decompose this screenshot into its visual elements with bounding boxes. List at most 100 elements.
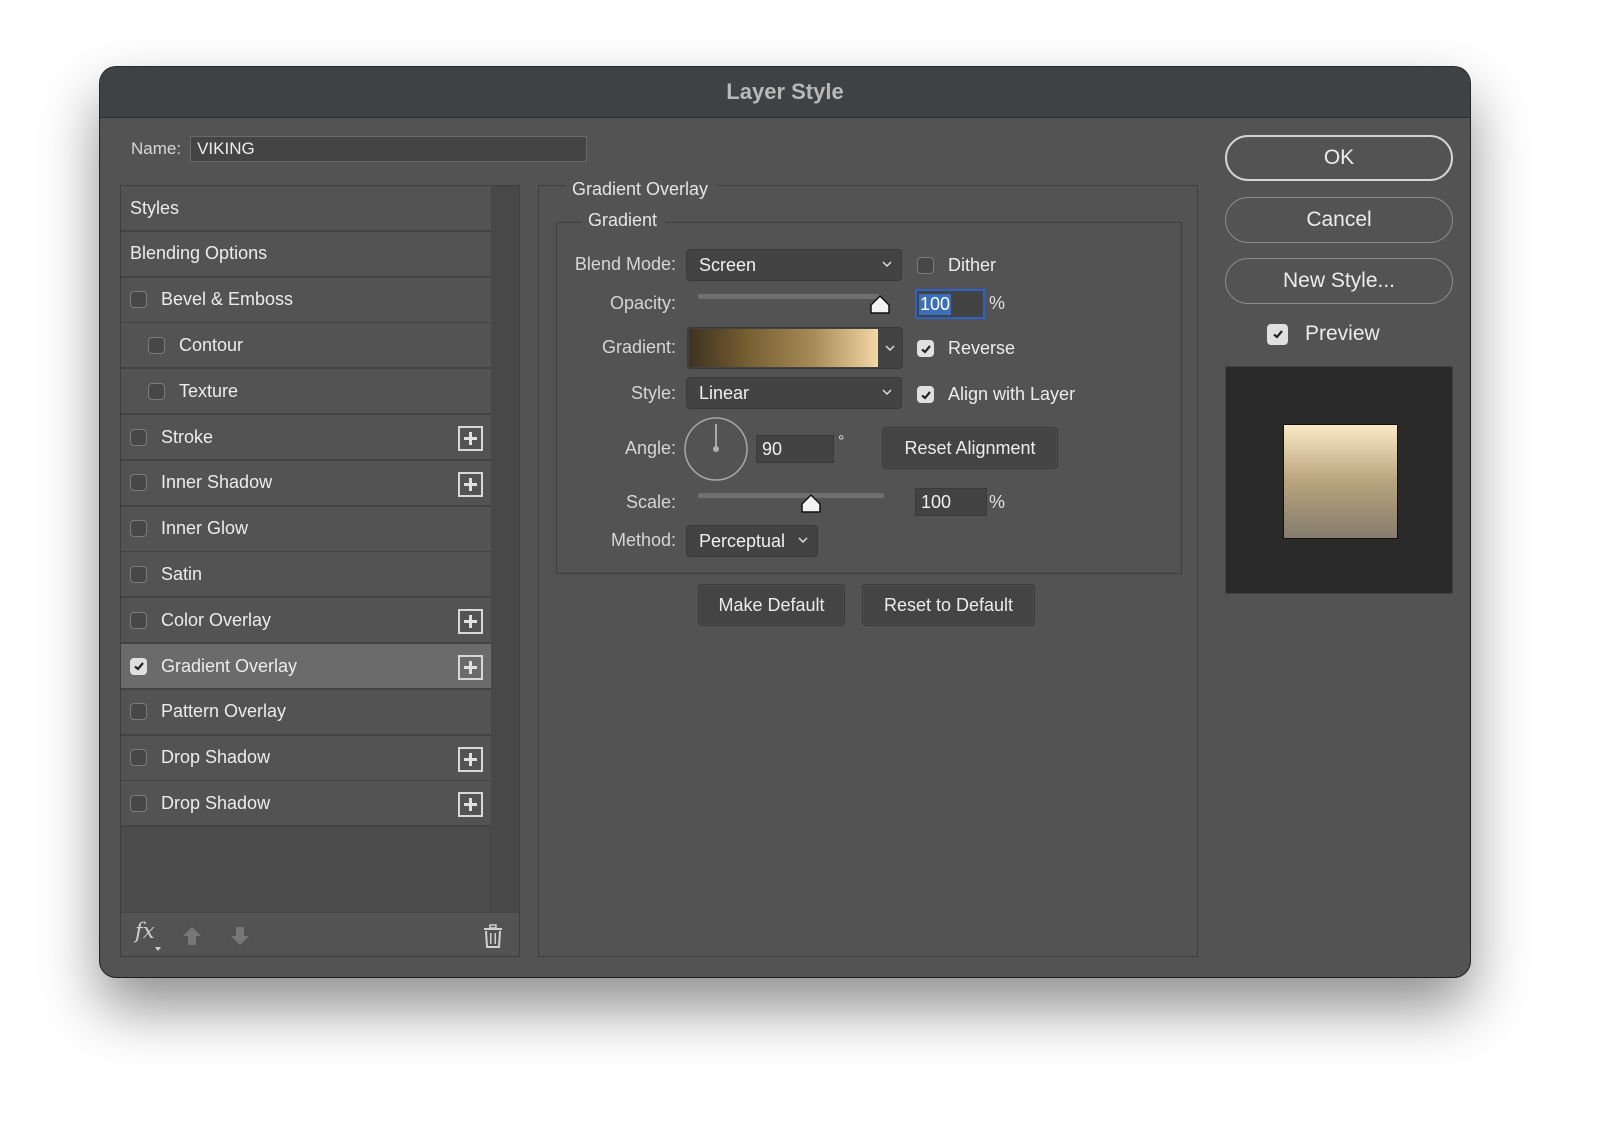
add-effect-plus-icon[interactable]: [458, 746, 483, 772]
align-with-layer-checkbox[interactable]: Align with Layer: [917, 384, 1075, 405]
style-item-label: Color Overlay: [161, 609, 272, 630]
align-with-layer-checkbox-box[interactable]: [917, 386, 934, 403]
reverse-checkbox[interactable]: Reverse: [917, 338, 1015, 359]
dialog-title: Layer Style: [726, 79, 844, 104]
make-default-button[interactable]: Make Default: [698, 584, 845, 626]
style-item-checkbox[interactable]: [130, 657, 147, 675]
name-row: Name: VIKING: [131, 136, 588, 162]
style-item-drop-shadow[interactable]: Drop Shadow: [121, 735, 491, 782]
scale-input[interactable]: 100: [915, 488, 987, 516]
style-item-checkbox[interactable]: [130, 291, 147, 309]
preview-checkbox-box[interactable]: [1267, 323, 1288, 345]
scale-unit: %: [989, 492, 1006, 512]
style-item-styles[interactable]: Styles: [121, 186, 491, 232]
gradient-picker[interactable]: [687, 327, 903, 369]
opacity-input[interactable]: 100: [915, 289, 985, 319]
checkmark-icon: [920, 390, 931, 400]
chevron-down-icon[interactable]: [884, 342, 896, 354]
style-item-label: Texture: [179, 380, 239, 401]
cancel-button[interactable]: Cancel: [1225, 197, 1453, 243]
angle-input[interactable]: 90: [756, 435, 834, 463]
scale-slider-thumb[interactable]: [800, 494, 822, 514]
dither-label: Dither: [948, 255, 997, 275]
style-item-checkbox[interactable]: [130, 428, 147, 446]
scale-slider-track[interactable]: [698, 493, 884, 498]
style-item-label: Stroke: [161, 426, 214, 447]
dither-checkbox[interactable]: Dither: [917, 255, 996, 276]
style-item-stroke[interactable]: Stroke: [121, 415, 491, 461]
style-item-label: Drop Shadow: [161, 792, 271, 813]
move-up-arrow-icon[interactable]: [181, 925, 203, 947]
style-item-checkbox[interactable]: [130, 611, 147, 629]
chevron-down-icon: [882, 389, 892, 396]
method-label: Method:: [610, 530, 676, 550]
opacity-slider-thumb[interactable]: [869, 295, 891, 315]
style-item-label: Styles: [130, 197, 180, 218]
blend-mode-value: Screen: [699, 254, 757, 275]
style-item-inner-glow[interactable]: Inner Glow: [121, 506, 491, 553]
style-item-checkbox[interactable]: [130, 520, 147, 538]
preview-swatch: [1283, 424, 1398, 539]
blend-mode-label: Blend Mode:: [574, 254, 676, 274]
style-item-satin[interactable]: Satin: [121, 552, 491, 599]
style-item-blending-options[interactable]: Blending Options: [121, 231, 491, 278]
style-item-drop-shadow[interactable]: Drop Shadow: [121, 781, 491, 828]
method-value: Perceptual: [699, 530, 786, 551]
add-effect-plus-icon[interactable]: [458, 609, 483, 635]
fx-menu-button[interactable]: fx: [135, 919, 155, 943]
style-item-pattern-overlay[interactable]: Pattern Overlay: [121, 689, 491, 736]
title-bar[interactable]: Layer Style: [100, 67, 1470, 118]
style-item-label: Blending Options: [130, 243, 268, 264]
style-label: Style:: [630, 383, 676, 403]
reverse-label: Reverse: [948, 338, 1016, 358]
style-item-inner-shadow[interactable]: Inner Shadow: [121, 460, 491, 507]
style-item-checkbox[interactable]: [130, 794, 147, 812]
dither-checkbox-box[interactable]: [917, 257, 934, 274]
gradient-label: Gradient:: [601, 337, 676, 357]
angle-dial[interactable]: [684, 417, 748, 481]
new-style-button[interactable]: New Style...: [1225, 258, 1453, 304]
gradient-preview-bar[interactable]: [689, 329, 878, 367]
checkmark-icon: [1272, 330, 1283, 339]
style-item-contour[interactable]: Contour: [121, 323, 491, 370]
style-item-checkbox[interactable]: [130, 565, 147, 583]
style-list-scrollbar[interactable]: [489, 186, 519, 914]
blend-mode-select[interactable]: Screen: [686, 249, 902, 281]
scale-label: Scale:: [625, 492, 676, 512]
style-list-footer: fx: [121, 912, 519, 956]
style-item-checkbox[interactable]: [130, 703, 147, 721]
preview-checkbox[interactable]: Preview: [1267, 322, 1380, 346]
style-value: Linear: [699, 382, 750, 403]
add-effect-plus-icon[interactable]: [458, 792, 483, 818]
ok-button[interactable]: OK: [1225, 135, 1453, 181]
move-down-arrow-icon[interactable]: [229, 925, 251, 947]
reset-to-default-button[interactable]: Reset to Default: [862, 584, 1035, 626]
add-effect-plus-icon[interactable]: [458, 655, 483, 680]
style-item-label: Inner Glow: [161, 518, 249, 539]
add-effect-plus-icon[interactable]: [458, 426, 483, 451]
reverse-checkbox-box[interactable]: [917, 340, 934, 357]
style-item-bevel-emboss[interactable]: Bevel & Emboss: [121, 277, 491, 324]
opacity-label: Opacity:: [609, 293, 676, 313]
opacity-slider-track[interactable]: [698, 294, 880, 299]
style-item-texture[interactable]: Texture: [121, 369, 491, 416]
style-select[interactable]: Linear: [686, 377, 902, 409]
style-item-gradient-overlay[interactable]: Gradient Overlay: [121, 644, 491, 690]
style-item-color-overlay[interactable]: Color Overlay: [121, 598, 491, 645]
style-item-label: Bevel & Emboss: [161, 289, 294, 310]
style-item-checkbox[interactable]: [148, 382, 165, 400]
opacity-unit: %: [989, 293, 1006, 313]
method-select[interactable]: Perceptual: [686, 525, 818, 557]
style-item-checkbox[interactable]: [130, 749, 147, 767]
name-input[interactable]: VIKING: [190, 136, 588, 162]
preview-label: Preview: [1305, 322, 1380, 345]
trash-icon[interactable]: [483, 924, 503, 948]
section-title: Gradient Overlay: [566, 179, 717, 200]
align-with-layer-label: Align with Layer: [948, 384, 1076, 404]
add-effect-plus-icon[interactable]: [458, 471, 483, 497]
style-item-checkbox[interactable]: [148, 336, 165, 354]
style-item-checkbox[interactable]: [130, 474, 147, 492]
style-item-label: Contour: [179, 334, 244, 355]
reset-alignment-button[interactable]: Reset Alignment: [882, 427, 1058, 469]
style-item-label: Satin: [161, 563, 203, 584]
